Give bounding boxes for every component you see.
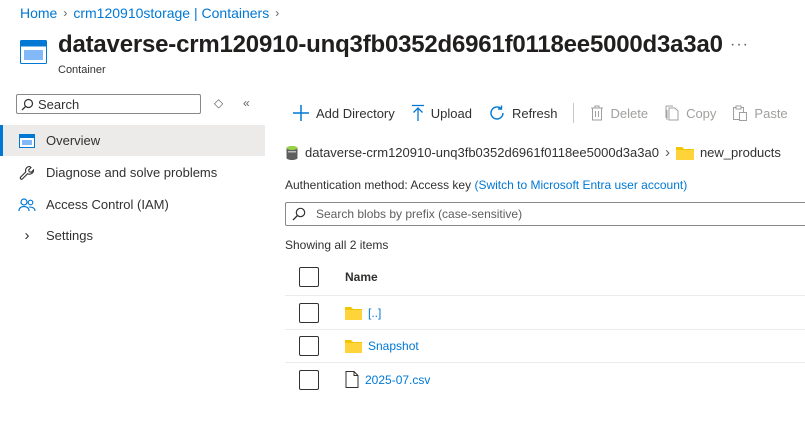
table-row[interactable]: [..] bbox=[285, 297, 805, 330]
sidebar-item-diagnose[interactable]: Diagnose and solve problems bbox=[0, 157, 265, 188]
authentication-method: Authentication method: Access key (Switc… bbox=[285, 178, 687, 192]
collapse-sidebar-icon[interactable]: « bbox=[243, 96, 250, 110]
path-breadcrumb: dataverse-crm120910-unq3fb0352d6961f0118… bbox=[285, 144, 781, 161]
table-row[interactable]: 2025-07.csv bbox=[285, 363, 805, 396]
blob-search-input[interactable]: Search blobs by prefix (case-sensitive) bbox=[285, 202, 805, 226]
sidebar-item-overview[interactable]: Overview bbox=[0, 125, 265, 156]
container-icon bbox=[18, 132, 36, 150]
people-icon bbox=[18, 196, 36, 214]
sidebar-search-input[interactable]: Search bbox=[16, 94, 201, 114]
row-checkbox[interactable] bbox=[299, 369, 319, 390]
chevron-right-icon: › bbox=[24, 227, 30, 244]
refresh-icon bbox=[490, 105, 504, 120]
sidebar-item-settings[interactable]: › Settings bbox=[0, 220, 265, 251]
auth-value: Access key bbox=[410, 178, 472, 192]
sidebar-item-label: Access Control (IAM) bbox=[46, 197, 169, 212]
refresh-label: Refresh bbox=[511, 105, 558, 121]
upload-label: Upload bbox=[430, 105, 472, 121]
storage-container-icon bbox=[286, 145, 298, 160]
sidebar-search-placeholder: Search bbox=[38, 96, 80, 112]
column-header-name[interactable]: Name bbox=[345, 270, 378, 284]
switch-auth-link[interactable]: (Switch to Microsoft Entra user account) bbox=[474, 178, 687, 192]
chevron-right-icon: › bbox=[664, 144, 670, 161]
breadcrumb-home[interactable]: Home bbox=[20, 5, 57, 21]
item-count: Showing all 2 items bbox=[285, 238, 389, 252]
more-options-icon[interactable]: ··· bbox=[730, 36, 749, 54]
upload-button[interactable]: Upload bbox=[411, 104, 472, 122]
chevron-right-icon: › bbox=[275, 6, 280, 20]
delete-button[interactable]: Delete bbox=[590, 105, 648, 121]
file-icon bbox=[345, 371, 359, 388]
chevron-right-icon: › bbox=[63, 6, 68, 20]
folder-icon bbox=[675, 146, 694, 160]
copy-label: Copy bbox=[686, 105, 717, 121]
row-name-link[interactable]: [..] bbox=[368, 306, 381, 320]
toolbar-divider bbox=[573, 103, 575, 123]
row-checkbox[interactable] bbox=[299, 303, 319, 323]
folder-icon bbox=[345, 306, 362, 320]
paste-button[interactable]: Paste bbox=[732, 105, 788, 121]
path-container[interactable]: dataverse-crm120910-unq3fb0352d6961f0118… bbox=[305, 145, 659, 160]
plus-icon bbox=[293, 105, 309, 121]
container-icon bbox=[20, 40, 47, 64]
select-all-checkbox[interactable] bbox=[299, 266, 319, 287]
breadcrumb: Home › crm120910storage | Containers › bbox=[20, 5, 279, 21]
auth-label: Authentication method: bbox=[285, 178, 408, 192]
expand-collapse-icon[interactable]: ◇ bbox=[214, 96, 223, 110]
sidebar-item-access-control[interactable]: Access Control (IAM) bbox=[0, 189, 265, 220]
row-name-link[interactable]: Snapshot bbox=[368, 339, 419, 353]
add-directory-button[interactable]: Add Directory bbox=[292, 104, 395, 122]
row-checkbox[interactable] bbox=[299, 336, 319, 356]
toolbar: Add Directory Upload Refresh Delete Copy… bbox=[292, 102, 804, 124]
search-icon bbox=[21, 98, 34, 110]
paste-label: Paste bbox=[754, 105, 788, 121]
trash-icon bbox=[591, 105, 604, 121]
wrench-icon bbox=[18, 164, 36, 182]
row-name-link[interactable]: 2025-07.csv bbox=[365, 373, 430, 387]
copy-button[interactable]: Copy bbox=[664, 105, 716, 121]
table-row[interactable]: Snapshot bbox=[285, 330, 805, 363]
paste-icon bbox=[733, 105, 748, 121]
copy-icon bbox=[665, 105, 679, 121]
sidebar-item-label: Overview bbox=[46, 133, 101, 148]
upload-icon bbox=[411, 104, 424, 121]
sidebar-item-label: Settings bbox=[46, 228, 93, 243]
path-folder: new_products bbox=[699, 145, 781, 160]
delete-label: Delete bbox=[610, 105, 649, 121]
page-subtitle: Container bbox=[58, 64, 106, 76]
refresh-button[interactable]: Refresh bbox=[488, 104, 558, 122]
search-icon bbox=[292, 207, 306, 221]
blob-search-placeholder: Search blobs by prefix (case-sensitive) bbox=[316, 207, 523, 221]
page-title: dataverse-crm120910-unq3fb0352d6961f0118… bbox=[58, 31, 723, 58]
folder-icon bbox=[345, 339, 362, 353]
sidebar-item-label: Diagnose and solve problems bbox=[46, 165, 218, 180]
add-directory-label: Add Directory bbox=[316, 105, 395, 121]
table-header: Name bbox=[285, 258, 805, 296]
breadcrumb-storage-containers[interactable]: crm120910storage | Containers bbox=[73, 5, 269, 21]
